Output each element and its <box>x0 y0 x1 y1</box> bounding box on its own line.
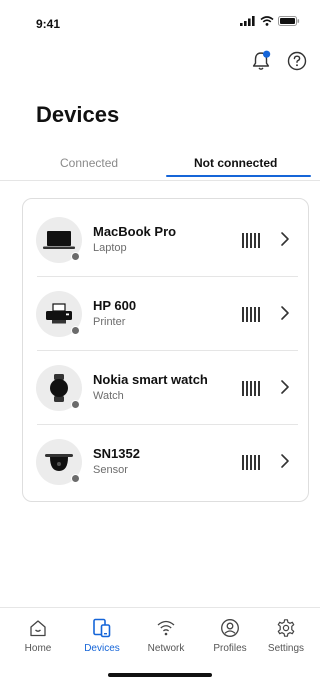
signal-strength-icon <box>242 381 260 396</box>
offline-status-dot <box>71 400 80 409</box>
nav-devices[interactable]: Devices <box>70 608 134 654</box>
device-avatar <box>36 365 82 411</box>
wifi-icon <box>157 620 175 636</box>
device-row-hp-600[interactable]: HP 600 Printer <box>23 277 310 351</box>
device-type: Laptop <box>93 242 127 254</box>
tab-not-connected[interactable]: Not connected <box>194 156 277 170</box>
signal-strength-icon <box>242 455 260 470</box>
bell-icon <box>252 50 271 70</box>
chevron-right-icon <box>281 454 289 468</box>
device-row-macbook-pro[interactable]: MacBook Pro Laptop <box>23 203 310 277</box>
offline-status-dot <box>71 252 80 261</box>
device-type: Printer <box>93 316 126 328</box>
signal-strength-icon <box>242 307 260 322</box>
page-title: Devices <box>36 102 120 127</box>
nav-network[interactable]: Network <box>134 608 198 654</box>
device-name: Nokia smart watch <box>93 372 208 387</box>
devices-icon <box>93 618 111 638</box>
device-type: Watch <box>93 390 124 402</box>
signal-strength-icon <box>242 233 260 248</box>
laptop-icon <box>43 231 75 249</box>
device-row-nokia-smart-watch[interactable]: Nokia smart watch Watch <box>23 351 310 425</box>
status-bar: 9:41 <box>0 0 320 44</box>
home-indicator <box>108 673 212 677</box>
cellular-signal-icon <box>240 16 255 26</box>
battery-icon <box>278 16 300 26</box>
nav-profiles[interactable]: Profiles <box>198 608 262 654</box>
nav-settings[interactable]: Settings <box>254 608 318 654</box>
chevron-right-icon <box>281 306 289 320</box>
offline-status-dot <box>71 326 80 335</box>
chevron-right-icon <box>281 380 289 394</box>
device-list: MacBook Pro Laptop HP 600 Printer Nokia … <box>22 198 309 502</box>
device-tabs: Connected Not connected <box>0 150 320 181</box>
home-icon <box>30 620 46 637</box>
device-name: HP 600 <box>93 298 137 313</box>
nav-label: Settings <box>267 643 305 654</box>
gear-icon <box>277 619 295 637</box>
active-tab-indicator <box>166 175 311 177</box>
device-avatar <box>36 217 82 263</box>
notifications-button[interactable] <box>250 50 272 72</box>
watch-icon <box>50 374 68 402</box>
sensor-icon <box>45 454 73 471</box>
help-button[interactable] <box>286 50 308 72</box>
device-name: SN1352 <box>93 446 140 461</box>
device-type: Sensor <box>93 464 128 476</box>
top-actions <box>250 50 308 72</box>
nav-home[interactable]: Home <box>6 608 70 654</box>
profile-icon <box>221 619 239 637</box>
status-icons <box>240 16 300 26</box>
wifi-status-icon <box>260 16 274 26</box>
device-avatar <box>36 291 82 337</box>
offline-status-dot <box>71 474 80 483</box>
nav-label: Devices <box>84 643 120 654</box>
status-time: 9:41 <box>36 17 61 31</box>
printer-icon <box>46 303 72 324</box>
device-row-sn1352[interactable]: SN1352 Sensor <box>23 425 310 499</box>
chevron-right-icon <box>281 232 289 246</box>
help-icon <box>287 51 307 71</box>
device-avatar <box>36 439 82 485</box>
device-name: MacBook Pro <box>93 224 177 239</box>
nav-label: Home <box>24 643 52 654</box>
tab-connected[interactable]: Connected <box>60 156 118 170</box>
nav-label: Profiles <box>213 643 247 654</box>
nav-label: Network <box>147 643 185 654</box>
